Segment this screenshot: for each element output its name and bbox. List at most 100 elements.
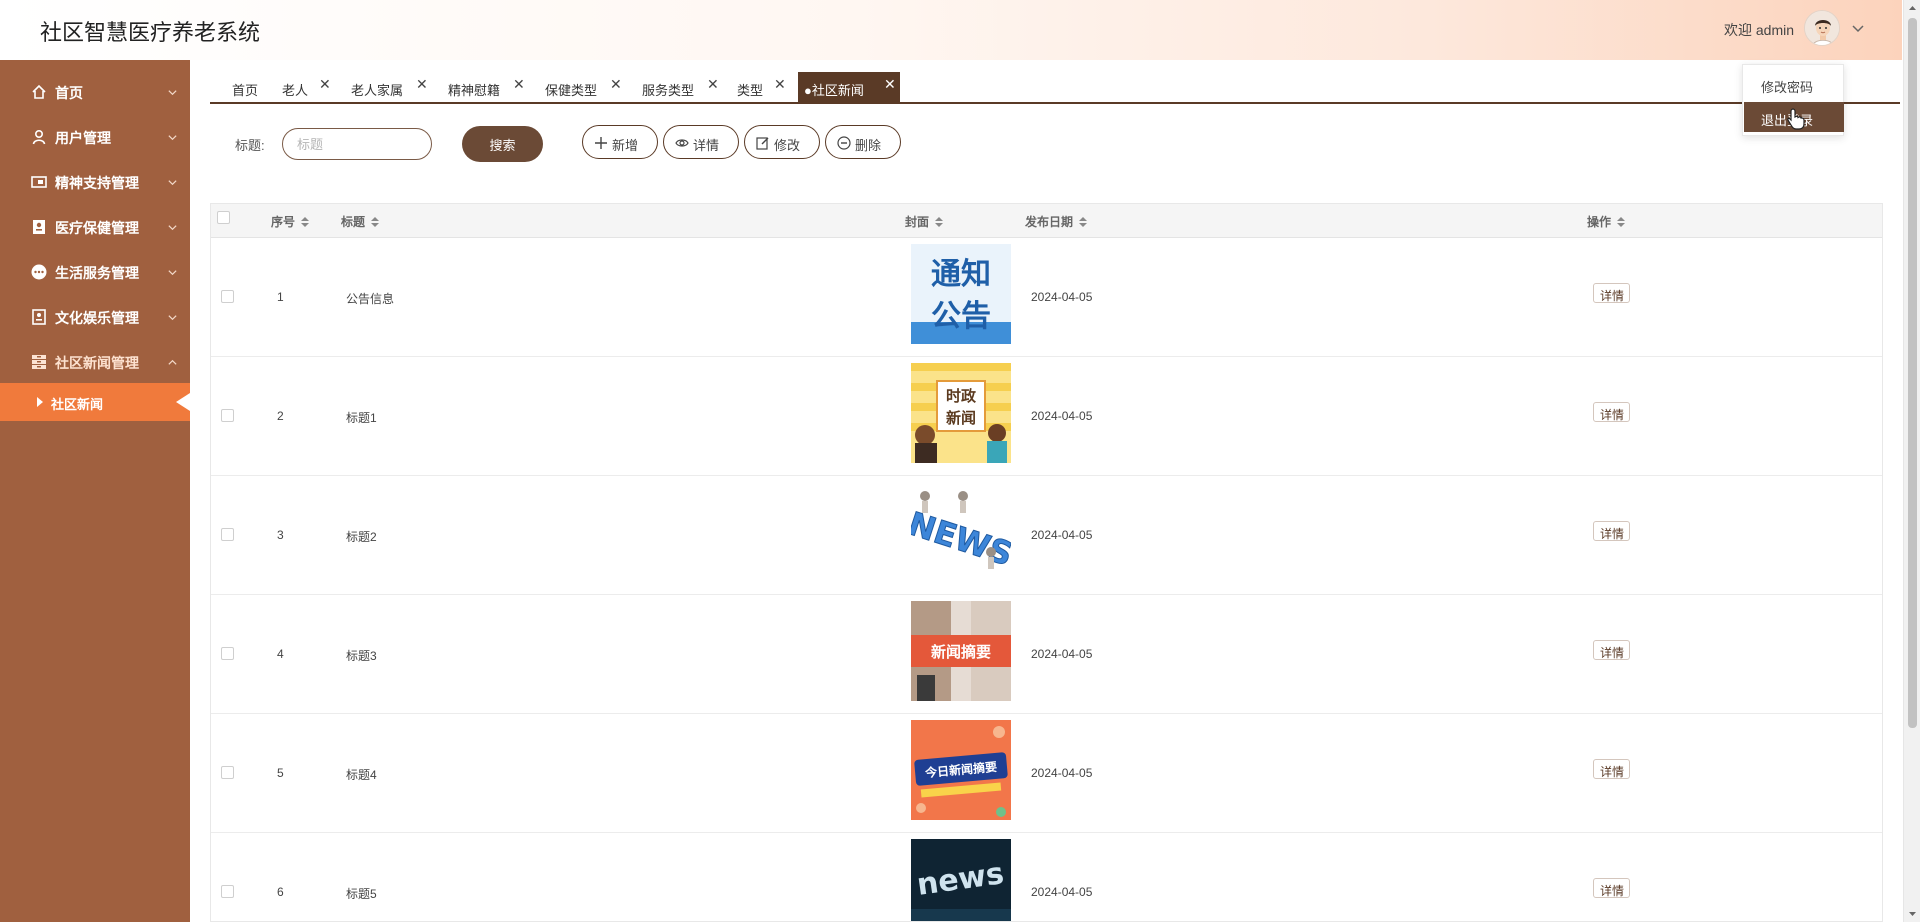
scroll-down-arrow-icon[interactable] [1904, 906, 1920, 922]
table-row[interactable]: 6 标题5 news 2024-04-05 详情 [211, 833, 1882, 921]
app-title: 社区智慧医疗养老系统 [40, 20, 261, 45]
table-header: 序号 标题 封面 发布日期 操作 [211, 204, 1882, 238]
row-checkbox[interactable] [221, 647, 234, 660]
sort-icon[interactable] [1078, 216, 1088, 228]
minus-circle-icon [837, 136, 851, 150]
row-detail-button[interactable]: 详情 [1593, 283, 1630, 303]
tab-type[interactable]: 类型 ✕ [737, 72, 791, 102]
table-row[interactable]: 2 标题1 时政 新闻 2024-04-05 详情 [211, 357, 1882, 476]
news-table: 序号 标题 封面 发布日期 操作 1 公告信息 通知 公告 2024-04-05… [210, 203, 1883, 922]
news-3d-image: NEWS [911, 482, 1011, 582]
spirit-icon [31, 176, 47, 188]
column-header-actions[interactable]: 操作 [1587, 213, 1626, 230]
column-header-label: 序号 [271, 215, 296, 229]
sidebar-item-news[interactable]: 社区新闻管理 [0, 342, 190, 382]
sort-icon[interactable] [934, 216, 944, 228]
row-index: 3 [277, 528, 284, 542]
add-button[interactable]: 新增 [582, 125, 658, 159]
column-header-date[interactable]: 发布日期 [1025, 213, 1088, 230]
tab-health-type[interactable]: 保健类型 ✕ [545, 72, 627, 102]
chevron-down-icon [168, 90, 177, 96]
user-icon [32, 129, 46, 145]
detail-button-label: 详情 [693, 138, 720, 153]
sort-icon[interactable] [370, 216, 380, 228]
search-label: 标题: [235, 138, 265, 153]
search-button[interactable]: 搜索 [462, 126, 543, 162]
row-detail-button[interactable]: 详情 [1593, 521, 1630, 541]
close-icon[interactable]: ✕ [707, 76, 719, 93]
row-detail-button[interactable]: 详情 [1593, 402, 1630, 422]
column-header-cover[interactable]: 封面 [905, 213, 944, 230]
close-icon[interactable]: ✕ [319, 76, 331, 93]
row-detail-label: 详情 [1600, 408, 1625, 422]
row-checkbox[interactable] [221, 409, 234, 422]
column-header-label: 标题 [341, 215, 366, 229]
edit-icon [756, 137, 769, 150]
row-date: 2024-04-05 [1031, 290, 1093, 304]
table-row[interactable]: 5 标题4 今日新闻摘要 2024-04-05 详情 [211, 714, 1882, 833]
tab-label: 首页 [232, 83, 259, 98]
sort-icon[interactable] [1616, 216, 1626, 228]
row-title: 标题5 [346, 887, 377, 901]
close-icon[interactable]: ✕ [774, 76, 786, 93]
row-checkbox[interactable] [221, 290, 234, 303]
home-icon [32, 84, 46, 99]
sidebar-item-medical[interactable]: 医疗保健管理 [0, 207, 190, 247]
delete-button[interactable]: 删除 [825, 125, 901, 159]
row-detail-button[interactable]: 详情 [1593, 878, 1630, 898]
table-row[interactable]: 4 标题3 新闻摘要 2024-04-05 详情 [211, 595, 1882, 714]
today-news-image: 今日新闻摘要 [911, 720, 1011, 820]
scrollbar-thumb[interactable] [1908, 18, 1917, 728]
column-header-title[interactable]: 标题 [341, 213, 380, 230]
close-icon[interactable]: ✕ [513, 76, 525, 93]
select-all-checkbox[interactable] [217, 211, 230, 224]
row-checkbox[interactable] [221, 766, 234, 779]
sidebar-item-home[interactable]: 首页 [0, 72, 190, 112]
sidebar-item-users[interactable]: 用户管理 [0, 117, 190, 157]
tab-elderly-family[interactable]: 老人家属 ✕ [351, 72, 433, 102]
user-menu-chevron-icon[interactable] [1850, 20, 1866, 36]
sidebar-item-service[interactable]: 生活服务管理 [0, 252, 190, 292]
sidebar-item-culture[interactable]: 文化娱乐管理 [0, 297, 190, 337]
row-detail-button[interactable]: 详情 [1593, 759, 1630, 779]
column-header-index[interactable]: 序号 [271, 213, 310, 230]
vertical-scrollbar[interactable] [1903, 0, 1920, 922]
tab-service-type[interactable]: 服务类型 ✕ [642, 72, 724, 102]
chevron-down-icon [168, 135, 177, 141]
chevron-down-icon [168, 180, 177, 186]
sidebar-item-label: 生活服务管理 [55, 265, 139, 281]
table-row[interactable]: 1 公告信息 通知 公告 2024-04-05 详情 [211, 238, 1882, 357]
row-checkbox[interactable] [221, 885, 234, 898]
change-password-item[interactable]: 修改密码 [1744, 69, 1844, 99]
sidebar-item-spirit[interactable]: 精神支持管理 [0, 162, 190, 202]
tab-label: 类型 [737, 83, 764, 98]
detail-button[interactable]: 详情 [663, 125, 739, 159]
row-title: 标题2 [346, 530, 377, 544]
close-icon[interactable]: ✕ [884, 76, 896, 93]
close-icon[interactable]: ✕ [610, 76, 622, 93]
menu-item-label: 修改密码 [1761, 80, 1814, 95]
sidebar: 首页 用户管理 精神支持管理 医疗保健管理 生活服务管理 文化娱乐管理 社区新闻… [0, 60, 190, 922]
tab-community-news[interactable]: ●社区新闻 ✕ [798, 72, 900, 102]
plus-icon [595, 137, 607, 149]
close-icon[interactable]: ✕ [416, 76, 428, 93]
scroll-up-arrow-icon[interactable] [1904, 0, 1920, 16]
sidebar-item-label: 精神支持管理 [55, 175, 139, 191]
tab-elderly[interactable]: 老人 ✕ [282, 72, 336, 102]
tab-home[interactable]: 首页 [232, 72, 268, 102]
add-button-label: 新增 [612, 138, 639, 153]
row-detail-button[interactable]: 详情 [1593, 640, 1630, 660]
row-checkbox[interactable] [221, 528, 234, 541]
table-row[interactable]: 3 标题2 NEWS 2024-04-05 详情 [211, 476, 1882, 595]
tab-spirit-comfort[interactable]: 精神慰籍 ✕ [448, 72, 530, 102]
user-avatar[interactable] [1804, 10, 1840, 46]
sort-icon[interactable] [300, 216, 310, 228]
tab-label: 精神慰籍 [448, 83, 501, 98]
edit-button[interactable]: 修改 [744, 125, 820, 159]
tab-label: 老人家属 [351, 83, 404, 98]
caret-right-icon [37, 397, 43, 407]
row-detail-label: 详情 [1600, 765, 1625, 779]
sidebar-subitem-community-news[interactable]: 社区新闻 [0, 383, 190, 421]
title-search-input[interactable] [282, 128, 432, 160]
row-title: 标题4 [346, 768, 377, 782]
